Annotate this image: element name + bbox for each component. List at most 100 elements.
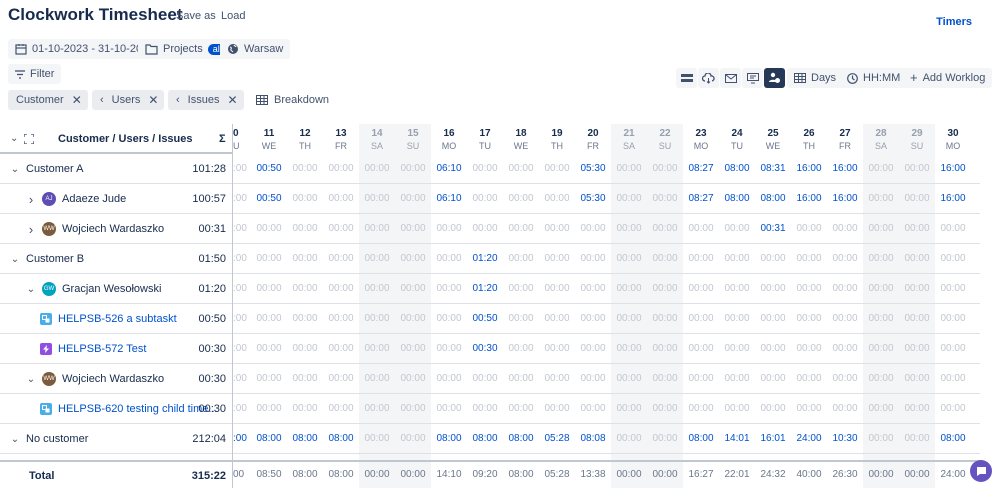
- time-cell[interactable]: 00:00: [899, 184, 935, 214]
- time-cell[interactable]: 06:10: [431, 154, 467, 184]
- time-cell[interactable]: 00:00: [503, 214, 539, 244]
- time-cell[interactable]: 00:00: [287, 394, 323, 424]
- chevron-left-icon[interactable]: ‹: [176, 94, 180, 106]
- time-cell[interactable]: 00:00: [251, 244, 287, 274]
- time-cell[interactable]: :00: [233, 424, 251, 454]
- time-cell[interactable]: 00:00: [611, 364, 647, 394]
- time-cell[interactable]: 00:00: [647, 334, 683, 364]
- chevron-right-icon[interactable]: ›: [26, 222, 36, 237]
- time-cell[interactable]: :00: [233, 304, 251, 334]
- time-cell[interactable]: 00:00: [755, 334, 791, 364]
- time-cell[interactable]: 00:00: [395, 424, 431, 454]
- time-cell[interactable]: 00:00: [755, 304, 791, 334]
- time-cell[interactable]: 00:00: [791, 274, 827, 304]
- time-cell[interactable]: 00:00: [359, 364, 395, 394]
- time-cell[interactable]: 00:00: [791, 334, 827, 364]
- time-cell[interactable]: 01:20: [467, 244, 503, 274]
- time-cell[interactable]: 00:00: [395, 364, 431, 394]
- time-cell[interactable]: 00:00: [863, 424, 899, 454]
- time-cell[interactable]: 16:00: [935, 154, 971, 184]
- time-cell[interactable]: 00:00: [539, 154, 575, 184]
- close-icon[interactable]: ✕: [148, 93, 158, 107]
- time-cell[interactable]: 08:00: [323, 424, 359, 454]
- time-cell[interactable]: 08:27: [683, 154, 719, 184]
- time-cell[interactable]: 00:00: [323, 214, 359, 244]
- expand-icon[interactable]: [24, 134, 34, 144]
- time-cell[interactable]: 00:00: [863, 394, 899, 424]
- time-cell[interactable]: 00:00: [899, 214, 935, 244]
- time-cell[interactable]: 00:00: [935, 364, 971, 394]
- time-cell[interactable]: 00:00: [719, 394, 755, 424]
- time-cell[interactable]: 00:00: [539, 304, 575, 334]
- time-cell[interactable]: 00:00: [467, 154, 503, 184]
- time-cell[interactable]: 00:00: [899, 244, 935, 274]
- time-cell[interactable]: 00:00: [719, 214, 755, 244]
- time-cell[interactable]: 01:20: [467, 274, 503, 304]
- time-cell[interactable]: 00:31: [755, 214, 791, 244]
- time-cell[interactable]: 00:00: [647, 364, 683, 394]
- time-cell[interactable]: 08:00: [467, 424, 503, 454]
- time-cell[interactable]: 00:00: [827, 394, 863, 424]
- time-cell[interactable]: 08:31: [755, 154, 791, 184]
- time-cell[interactable]: 00:30: [467, 334, 503, 364]
- close-icon[interactable]: ✕: [227, 93, 237, 107]
- chevron-left-icon[interactable]: ‹: [100, 94, 104, 106]
- time-cell[interactable]: 00:00: [431, 274, 467, 304]
- time-cell[interactable]: 00:00: [827, 274, 863, 304]
- timezone-button[interactable]: Warsaw: [220, 39, 291, 59]
- time-cell[interactable]: 00:00: [899, 424, 935, 454]
- time-cell[interactable]: 00:00: [287, 244, 323, 274]
- time-format-button[interactable]: HH:MM: [840, 68, 908, 88]
- time-cell[interactable]: 00:00: [539, 184, 575, 214]
- time-cell[interactable]: 00:00: [719, 304, 755, 334]
- time-cell[interactable]: 00:00: [863, 274, 899, 304]
- time-cell[interactable]: 00:00: [575, 244, 611, 274]
- time-cell[interactable]: 00:00: [287, 184, 323, 214]
- time-cell[interactable]: 00:00: [719, 274, 755, 304]
- time-cell[interactable]: 00:00: [539, 334, 575, 364]
- time-cell[interactable]: 00:00: [935, 394, 971, 424]
- time-cell[interactable]: 00:00: [899, 334, 935, 364]
- time-cell[interactable]: 00:00: [575, 364, 611, 394]
- time-cell[interactable]: 00:00: [395, 274, 431, 304]
- time-cell[interactable]: 16:00: [791, 154, 827, 184]
- time-cell[interactable]: 00:00: [575, 214, 611, 244]
- table-row[interactable]: HELPSB-572 Test 00:30:00 00:00 00:00 00:00 00…: [0, 334, 980, 364]
- table-row[interactable]: HELPSB-526 a subtaskt 00:50:00 00:00 00:00 0…: [0, 304, 980, 334]
- add-worklog-button[interactable]: + Add Worklog: [903, 68, 993, 88]
- time-cell[interactable]: 00:00: [863, 184, 899, 214]
- time-cell[interactable]: 00:00: [719, 244, 755, 274]
- time-cell[interactable]: 00:00: [575, 334, 611, 364]
- time-cell[interactable]: 00:00: [323, 334, 359, 364]
- time-cell[interactable]: 00:00: [359, 394, 395, 424]
- table-row[interactable]: ⌄ No customer 212:04:00 08:00 08:00 08:00 00:0…: [0, 424, 980, 454]
- time-cell[interactable]: 00:00: [251, 364, 287, 394]
- time-cell[interactable]: 05:30: [575, 154, 611, 184]
- time-cell[interactable]: 00:00: [503, 364, 539, 394]
- time-cell[interactable]: 00:00: [863, 364, 899, 394]
- time-cell[interactable]: 00:00: [935, 214, 971, 244]
- time-cell[interactable]: 00:00: [611, 334, 647, 364]
- time-cell[interactable]: 00:00: [467, 364, 503, 394]
- time-cell[interactable]: 00:00: [575, 394, 611, 424]
- time-cell[interactable]: 00:00: [611, 424, 647, 454]
- time-cell[interactable]: 00:00: [863, 304, 899, 334]
- users-view-toggle[interactable]: [764, 68, 785, 88]
- time-cell[interactable]: 00:00: [683, 214, 719, 244]
- time-cell[interactable]: 00:00: [359, 424, 395, 454]
- time-cell[interactable]: 08:00: [431, 424, 467, 454]
- time-cell[interactable]: 00:00: [251, 394, 287, 424]
- time-cell[interactable]: 00:00: [683, 244, 719, 274]
- help-button[interactable]: [970, 460, 992, 482]
- time-cell[interactable]: 00:00: [683, 334, 719, 364]
- time-cell[interactable]: 00:00: [323, 154, 359, 184]
- time-cell[interactable]: 00:00: [935, 274, 971, 304]
- time-cell[interactable]: 00:00: [827, 214, 863, 244]
- timers-link[interactable]: Timers: [936, 16, 972, 28]
- time-cell[interactable]: 00:00: [899, 394, 935, 424]
- time-cell[interactable]: 00:00: [323, 364, 359, 394]
- table-row[interactable]: ⌄ GW Gracjan Wesołowski 01:20:00 00:00 00:00 0…: [0, 274, 980, 304]
- time-cell[interactable]: 00:00: [539, 394, 575, 424]
- time-cell[interactable]: 00:00: [323, 244, 359, 274]
- days-button[interactable]: Days: [787, 68, 844, 88]
